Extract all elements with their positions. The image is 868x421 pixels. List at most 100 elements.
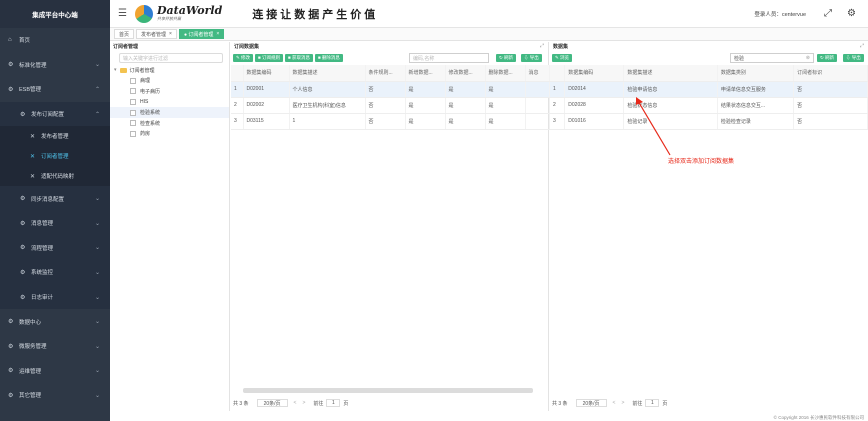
table-row[interactable]: 3 D03115 1 否是是是	[231, 113, 550, 130]
tree-panel-title: 订阅者管理	[113, 44, 139, 50]
column-header[interactable]	[231, 65, 244, 82]
sidebar-item-1[interactable]: ⚙ 标准化管理 ⌄	[0, 53, 110, 78]
sidebar-item-label: 适配代码映射	[41, 174, 75, 181]
sidebar-item-0[interactable]: ⌂ 首页	[0, 28, 110, 53]
tree-node[interactable]: 检验系统	[110, 107, 229, 118]
table-cell: 检验检查记录	[717, 113, 795, 130]
fullscreen-icon[interactable]: ⤢	[824, 8, 832, 19]
tree-node[interactable]: 病理	[110, 76, 229, 87]
page-size-select[interactable]: 20条/页	[575, 399, 607, 407]
column-header[interactable]: 数据集类别	[717, 65, 795, 82]
column-header[interactable]	[550, 65, 566, 82]
sidebar-item-13[interactable]: ⚙ 微服务管理 ⌄	[0, 334, 110, 359]
mid-table: 数据集编码 数据集描述 条件规则... 新增数据... 修改数据... 删除数据... 消息…	[231, 65, 550, 130]
tree-node[interactable]: 检查系统	[110, 118, 229, 129]
mid-toolbar: ✎ 修改 ■ 订阅规则 ■ 获取消息 ■ 删除消息 编码,名称 ↻ 刷新 ⇩ 导出	[231, 51, 548, 65]
sidebar-item-label: 首页	[19, 38, 31, 45]
close-icon[interactable]: ×	[169, 31, 172, 37]
table-cell: D02014	[564, 81, 625, 98]
prev-page-icon[interactable]: <	[294, 400, 297, 406]
sidebar-item-10[interactable]: ⚙ 系统监控 ⌄	[0, 260, 110, 285]
tab-2[interactable]: ● 订阅者管理 ×	[178, 29, 225, 39]
chevron-down-icon: ⌄	[94, 392, 100, 399]
right-refresh-button[interactable]: ↻ 刷新	[817, 54, 838, 62]
sidebar-item-5[interactable]: ✕ 订阅者管理	[0, 146, 110, 167]
table-cell: 个人信息	[289, 81, 366, 98]
horizontal-scrollbar[interactable]	[243, 388, 533, 393]
gear-icon: ⚙	[8, 319, 14, 326]
column-header[interactable]: 修改数据...	[445, 65, 486, 82]
mid-button-2[interactable]: ■ 获取消息	[285, 54, 313, 62]
sidebar-item-9[interactable]: ⚙ 流程管理 ⌄	[0, 235, 110, 261]
table-row[interactable]: 2 D02002 医疗卫生机构(科室)信息否是是是	[231, 97, 550, 114]
sidebar-item-14[interactable]: ⚙ 运维管理 ⌄	[0, 359, 110, 384]
mid-refresh-button[interactable]: ↻ 刷新	[496, 54, 517, 62]
mid-export-button[interactable]: ⇩ 导出	[521, 54, 542, 62]
table-row[interactable]: 1 D02001 个人信息否是是是	[231, 81, 550, 98]
sidebar-item-11[interactable]: ⚙ 日志审计 ⌄	[0, 284, 110, 310]
right-export-button[interactable]: ⇩ 导出	[843, 54, 864, 62]
tab-0[interactable]: 首页	[114, 29, 135, 39]
gear-icon: ⚙	[20, 220, 26, 227]
table-row[interactable]: 1 D02014 检验申请信息 申请单信息交互服务否	[550, 81, 868, 98]
table-row[interactable]: 2 D02028 检验状态信息 结果状态信息交互... 否	[550, 97, 868, 114]
annotation-text: 选择双击添加订阅数据集	[668, 159, 735, 165]
tree-node-label: 检验系统	[140, 110, 161, 117]
page-size-select[interactable]: 20条/页	[256, 399, 288, 407]
tree-node[interactable]: HIS	[110, 97, 229, 108]
column-header[interactable]: 订阅者标识	[793, 65, 868, 82]
sidebar-item-12[interactable]: ⚙ 数据中心 ⌄	[0, 309, 110, 334]
sidebar-item-8[interactable]: ⚙ 消息管理 ⌄	[0, 210, 110, 236]
chevron-down-icon: ⌄	[94, 319, 100, 326]
table-cell: D01016	[564, 113, 625, 130]
page-input[interactable]: 1	[326, 399, 341, 407]
tab-label: 首页	[119, 31, 130, 38]
mid-button-0[interactable]: ✎ 修改	[233, 54, 254, 62]
column-header[interactable]: 新增数据...	[405, 65, 446, 82]
next-page-icon[interactable]: >	[302, 400, 305, 406]
mid-search-input[interactable]: 编码,名称	[409, 53, 489, 63]
tree-node[interactable]: 药房	[110, 129, 229, 140]
browse-button[interactable]: ✎ 浏览	[552, 54, 573, 62]
column-header[interactable]: 数据集描述	[623, 65, 718, 82]
sidebar-item-label: 同步消息配置	[31, 196, 65, 203]
tree-node[interactable]: 电子病历	[110, 86, 229, 97]
clear-icon[interactable]: ⊗	[806, 55, 810, 61]
column-header[interactable]: 数据集描述	[289, 65, 366, 82]
mid-button-3[interactable]: ■ 删除消息	[314, 54, 343, 62]
tree-root[interactable]: ▾ 订阅者管理	[110, 65, 229, 76]
gear-icon: ⚙	[20, 245, 26, 252]
next-page-icon[interactable]: >	[621, 400, 624, 406]
table-cell: 否	[365, 97, 406, 114]
sidebar-item-15[interactable]: ⚙ 其它管理 ⌄	[0, 383, 110, 408]
page-input[interactable]: 1	[645, 399, 660, 407]
sidebar-item-7[interactable]: ⚙ 同步消息配置 ⌄	[0, 186, 110, 211]
settings-icon[interactable]: ⚙	[847, 8, 856, 19]
table-cell: D02028	[564, 97, 625, 114]
sidebar-item-2[interactable]: ⚙ ESB管理 ⌃	[0, 77, 110, 102]
expand-icon[interactable]: ⤢	[540, 43, 544, 49]
tree-search-input[interactable]: 输入关键字进行过滤	[119, 53, 223, 63]
menu-toggle-icon[interactable]: ☰	[118, 8, 127, 19]
column-header[interactable]: 数据集编码	[564, 65, 625, 82]
column-header[interactable]: 数据集编码	[243, 65, 290, 82]
mid-button-1[interactable]: ■ 订阅规则	[255, 54, 283, 62]
tree-node-label: 检查系统	[140, 120, 161, 127]
sidebar-item-3[interactable]: ⚙ 发布订阅配置 ⌃	[0, 101, 110, 127]
table-cell: 3	[231, 113, 244, 130]
expand-icon[interactable]: ⤢	[860, 43, 864, 49]
sidebar-item-6[interactable]: ✕ 适配代码映射	[0, 166, 110, 187]
tab-1[interactable]: 发布者管理 ×	[136, 29, 177, 39]
page-unit: 页	[343, 400, 349, 407]
sidebar-item-label: 运维管理	[19, 368, 42, 375]
sidebar-item-label: 发布者管理	[41, 134, 69, 141]
prev-page-icon[interactable]: <	[613, 400, 616, 406]
column-header[interactable]: 删除数据...	[485, 65, 526, 82]
column-header[interactable]: 条件规则...	[365, 65, 406, 82]
right-search-input[interactable]: 检验 ⊗	[730, 53, 814, 63]
table-row[interactable]: 3 D01016 检验记录 检验检查记录否	[550, 113, 868, 130]
column-header[interactable]: 消息	[525, 65, 550, 82]
sidebar-item-4[interactable]: ✕ 发布者管理	[0, 126, 110, 147]
close-icon[interactable]: ×	[216, 31, 219, 37]
chevron-down-icon[interactable]: ▾	[114, 67, 117, 73]
